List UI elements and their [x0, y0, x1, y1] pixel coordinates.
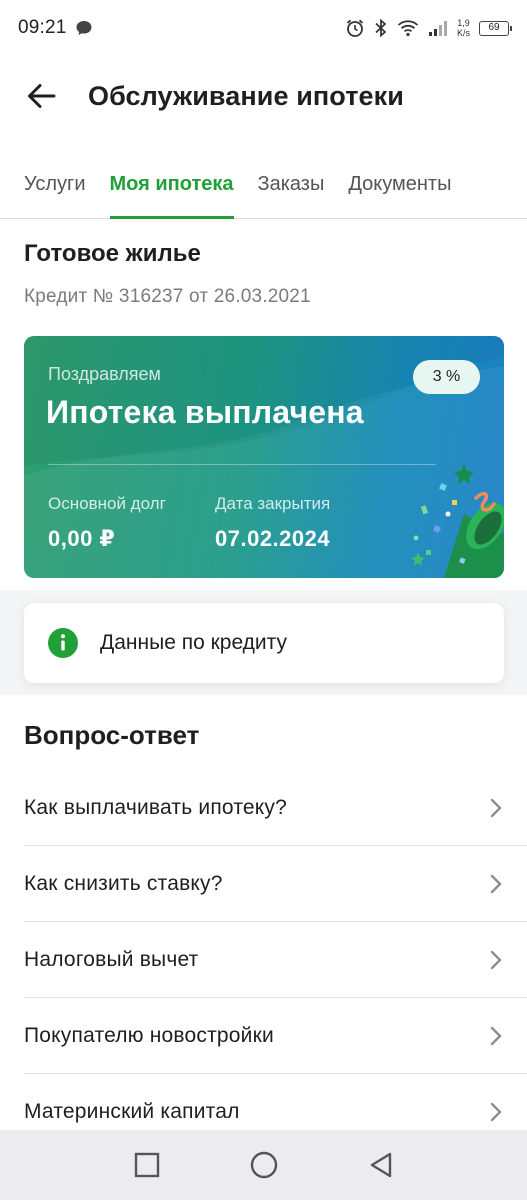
circle-icon: [250, 1151, 277, 1179]
credit-data-button[interactable]: Данные по кредиту: [24, 603, 504, 683]
card-greeting: Поздравляем: [48, 364, 161, 384]
chevron-right-icon: [490, 874, 502, 893]
card-divider: [48, 464, 436, 465]
faq-item-label: Налоговый вычет: [24, 947, 199, 971]
faq-item-label: Материнский капитал: [24, 1100, 240, 1123]
card-headline: Ипотека выплачена: [46, 394, 364, 430]
credit-data-label: Данные по кредиту: [100, 631, 288, 654]
faq-item-label: Как выплачивать ипотеку?: [24, 795, 288, 819]
close-date-label: Дата закрытия: [215, 494, 331, 513]
recent-apps-button[interactable]: [127, 1145, 167, 1185]
info-icon: [48, 628, 78, 658]
credit-info: Кредит № 316237 от 26.03.2021: [24, 286, 311, 307]
network-speed-value: 1,9: [457, 18, 470, 28]
faq-item-lower-rate[interactable]: Как снизить ставку?: [24, 846, 527, 922]
bluetooth-icon: [375, 18, 387, 38]
chevron-right-icon: [490, 798, 502, 817]
back-button[interactable]: [24, 79, 58, 113]
faq-item-new-building[interactable]: Покупателю новостройки: [24, 998, 527, 1074]
chevron-right-icon: [490, 1026, 502, 1045]
loan-title: Готовое жилье: [24, 240, 201, 267]
network-speed-unit: K/s: [456, 28, 470, 38]
arrow-left-icon: [28, 84, 56, 108]
message-icon: [76, 21, 92, 35]
system-nav-bar: [0, 1130, 527, 1200]
chevron-right-icon: [490, 1102, 502, 1122]
principal-value: 0,00 ₽: [48, 526, 116, 551]
principal-label: Основной долг: [48, 494, 166, 513]
rate-badge: 3 %: [413, 360, 480, 394]
back-nav-button[interactable]: [361, 1145, 401, 1185]
faq-title: Вопрос-ответ: [24, 720, 200, 750]
faq-item-tax-deduction[interactable]: Налоговый вычет: [24, 922, 527, 998]
status-bar: 09:21 1,9 K/s 69: [0, 0, 527, 56]
faq-item-label: Покупателю новостройки: [24, 1023, 274, 1047]
tab-orders[interactable]: Заказы: [258, 152, 325, 218]
faq-item-repay[interactable]: Как выплачивать ипотеку?: [24, 770, 527, 846]
square-icon: [134, 1152, 159, 1178]
status-time: 09:21: [18, 17, 67, 38]
status-left: 09:21: [18, 17, 93, 39]
home-button[interactable]: [244, 1145, 284, 1185]
faq-item-label: Как снизить ставку?: [24, 871, 223, 895]
alarm-icon: [346, 19, 364, 37]
page-title: Обслуживание ипотеки: [88, 80, 404, 111]
network-speed: 1,9 K/s: [457, 18, 470, 38]
chevron-right-icon: [490, 950, 502, 969]
triangle-back-icon: [370, 1152, 391, 1178]
battery-icon: 69: [479, 20, 512, 36]
party-popper-icon: [411, 464, 504, 578]
close-date-value: 07.02.2024: [215, 526, 331, 551]
status-right: 1,9 K/s 69: [345, 18, 512, 38]
app-header: Обслуживание ипотеки: [0, 56, 527, 136]
mortgage-status-card[interactable]: Поздравляем Ипотека выплачена 3 % Основн…: [24, 336, 504, 578]
wifi-icon: [397, 20, 419, 37]
tab-documents[interactable]: Документы: [348, 152, 451, 218]
tab-services[interactable]: Услуги: [24, 152, 86, 218]
tab-bar: Услуги Моя ипотека Заказы Документы: [0, 152, 527, 219]
tab-my-mortgage[interactable]: Моя ипотека: [109, 152, 234, 219]
faq-list: Как выплачивать ипотеку? Как снизить ста…: [24, 770, 527, 1150]
signal-icon: [428, 21, 447, 36]
